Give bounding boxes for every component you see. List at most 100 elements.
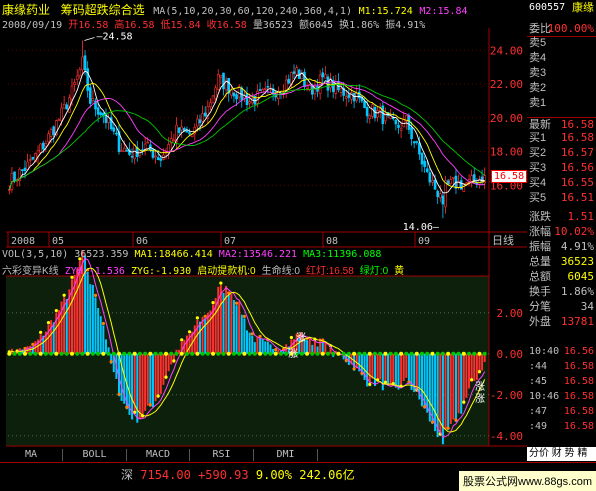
stat-row-value: 36523 — [560, 255, 594, 268]
candle-body — [91, 98, 95, 102]
tick-row: :45 16.58 — [527, 375, 596, 389]
candle-body — [470, 175, 473, 182]
oscillator-bar — [475, 353, 478, 380]
chart-canvas[interactable]: 24.0022.0020.0018.0016.00—24.5814.06—200… — [0, 0, 527, 462]
tab-macd[interactable]: MACD — [127, 449, 190, 461]
zero-line-bead — [226, 351, 231, 356]
zero-line-bead — [195, 351, 200, 356]
candle-body — [60, 107, 63, 122]
oscillator-bar — [178, 349, 181, 354]
zero-line-bead — [179, 351, 184, 356]
ask-row: 卖3 — [527, 66, 596, 80]
candle-body — [141, 149, 144, 151]
candle-body — [122, 147, 126, 152]
candle-body — [222, 72, 225, 90]
candle-body — [188, 132, 191, 135]
bid-row-label: 买5 — [529, 192, 547, 204]
ma-marker: 涨 — [296, 333, 306, 344]
zero-line-bead — [190, 351, 195, 356]
oscillator-bar — [470, 353, 473, 382]
zero-line-bead — [111, 351, 116, 356]
oscillator-bar — [230, 294, 233, 354]
candle-body — [462, 183, 466, 192]
time-label: 07 — [224, 236, 236, 247]
sidebar-links[interactable]: 分价 财 势 精 — [527, 447, 596, 461]
stock-name: 康缘药业 — [2, 3, 51, 17]
candle-body — [13, 171, 16, 181]
oscillator-bar — [159, 353, 162, 394]
candle-body — [410, 127, 413, 140]
candle-body — [120, 150, 123, 152]
stat-row: 振幅 4.91% — [527, 240, 596, 254]
candle-body — [83, 55, 87, 71]
zero-line-bead — [409, 351, 414, 356]
oscillator-dot — [195, 316, 199, 320]
candle-body — [444, 180, 447, 208]
candle-body — [78, 69, 82, 76]
life-value: 生命线:0 — [261, 266, 300, 277]
zero-line-bead — [315, 351, 320, 356]
candle-body — [99, 112, 103, 116]
zero-line-bead — [477, 351, 482, 356]
tab-ma[interactable]: MA — [0, 449, 63, 461]
last-price-value: 16.58 — [560, 118, 594, 131]
oscillator-dot — [148, 403, 152, 407]
tick-row: :44 16.58 — [527, 360, 596, 374]
tab-dmi[interactable]: DMI — [254, 449, 318, 461]
zero-line-bead — [472, 351, 477, 356]
zero-line-bead — [137, 351, 142, 356]
close-label: 收16.58 — [206, 20, 247, 31]
index-pct: 9.00% — [255, 468, 292, 482]
oscillator-bar — [151, 353, 154, 408]
candle-body — [62, 104, 66, 109]
open-label: 开16.58 — [68, 20, 109, 31]
zero-line-bead — [404, 351, 409, 356]
time-label: 05 — [52, 236, 64, 247]
zero-line-bead — [372, 351, 377, 356]
stock-code: 600557 — [529, 2, 566, 13]
oscillator-bar — [452, 353, 455, 420]
zero-line-bead — [435, 351, 440, 356]
candle-body — [452, 177, 455, 179]
current-price-tag: 16.58 — [491, 170, 528, 183]
tick-time: :45 — [529, 376, 548, 387]
zero-line-bead — [258, 351, 263, 356]
oscillator-bar — [154, 353, 157, 402]
oscillator-dot — [180, 338, 184, 342]
candle-body — [397, 124, 400, 128]
stat-row: 总量 36523 — [527, 255, 596, 269]
oscillator-bar — [238, 301, 241, 354]
oscillator-bar — [308, 337, 311, 354]
oscillator-bar — [402, 353, 405, 382]
stat-row: 换手 1.86% — [527, 285, 596, 299]
sidebar-links-label[interactable]: 分价 财 势 精 — [529, 447, 587, 461]
oscillator-bar — [99, 316, 102, 354]
zero-line-bead — [252, 351, 257, 356]
index-change: +590.93 — [198, 468, 249, 482]
lower-indicator-name[interactable]: 六彩变异K线 — [2, 266, 59, 277]
stat-row-value: 10.02% — [554, 225, 594, 238]
tab-rsi[interactable]: RSI — [190, 449, 254, 461]
candle-body — [438, 193, 442, 199]
oscillator-bar — [394, 353, 397, 388]
tab-boll[interactable]: BOLL — [63, 449, 127, 461]
candle-body — [88, 87, 92, 104]
oscillator-dot — [125, 405, 129, 409]
tick-price: 16.58 — [563, 376, 594, 387]
oscillator-bar — [138, 353, 141, 420]
bid-row-label: 买1 — [529, 132, 547, 144]
indicator-title[interactable]: 筹码超跌综合选 — [61, 3, 145, 17]
tick-row: :47 16.58 — [527, 405, 596, 419]
last-value: 黄 — [394, 266, 405, 277]
zero-line-bead — [451, 351, 456, 356]
oscillator-dot — [164, 375, 168, 379]
stat-row-label: 总量 — [529, 256, 551, 268]
amplitude-label: 振4.91% — [385, 20, 426, 31]
ask-row: 卖2 — [527, 81, 596, 95]
candle-body — [52, 126, 56, 136]
stat-row-label: 涨跌 — [529, 211, 551, 223]
stat-row-label: 总额 — [529, 271, 551, 283]
oscillator-bar — [397, 353, 400, 390]
zero-line-bead — [22, 351, 27, 356]
oscillator-dot — [172, 359, 176, 363]
